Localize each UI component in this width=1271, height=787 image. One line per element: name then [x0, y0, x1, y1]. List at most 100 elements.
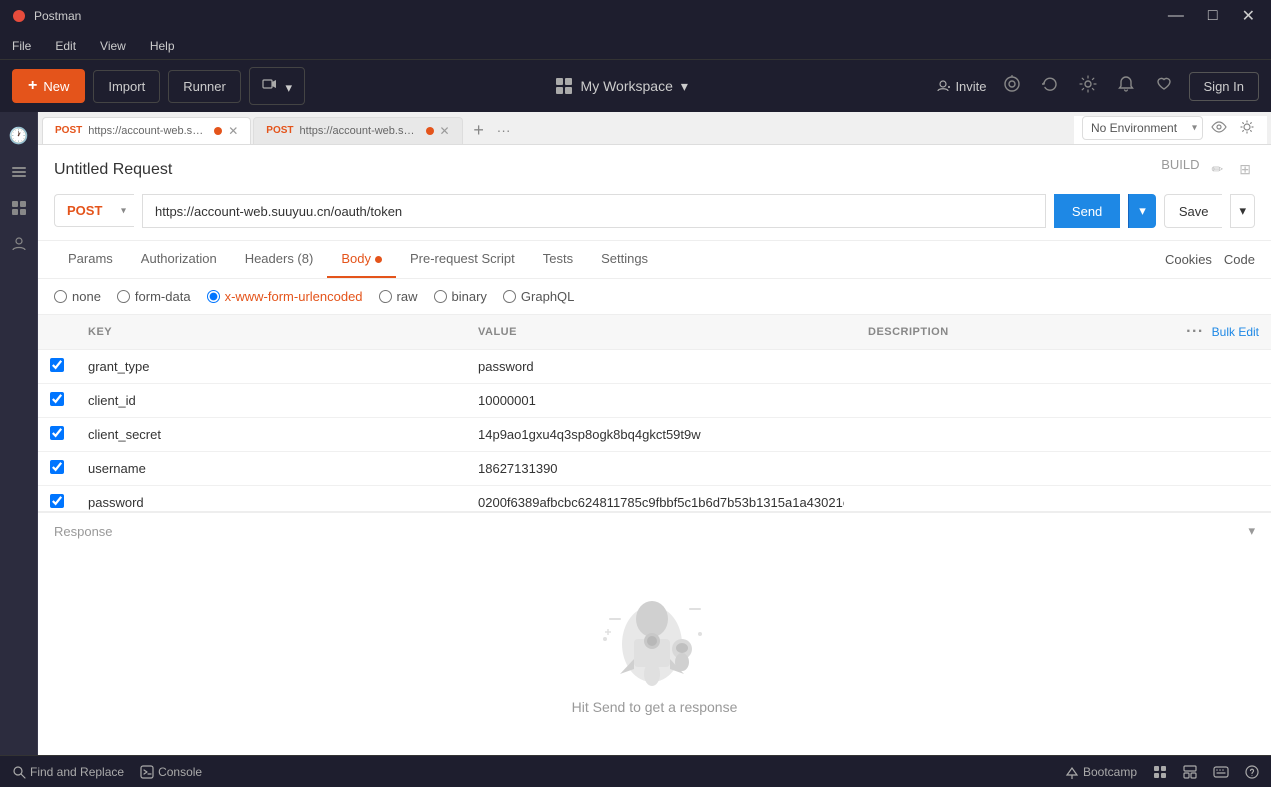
row-1-desc-input[interactable]: [868, 359, 1259, 374]
row-2-key-cell: [76, 384, 466, 418]
satellite-icon-button[interactable]: [999, 71, 1025, 102]
row-2-key-input[interactable]: [88, 393, 454, 408]
row-3-desc-input[interactable]: [868, 427, 1259, 442]
capture-button[interactable]: ▾: [249, 67, 305, 105]
find-replace-button[interactable]: Find and Replace: [12, 765, 124, 779]
response-section: Response ▾: [38, 511, 1271, 755]
menu-help[interactable]: Help: [146, 35, 179, 57]
main-layout: 🕐 POST https://account-web.suuyuu.c... ✕: [0, 112, 1271, 755]
row-2-value-input[interactable]: [478, 393, 844, 408]
menu-edit[interactable]: Edit: [51, 35, 80, 57]
bulk-edit-button[interactable]: Bulk Edit: [1212, 325, 1259, 339]
bootcamp-icon: [1065, 765, 1079, 779]
settings-icon-button[interactable]: [1075, 71, 1101, 102]
env-eye-button[interactable]: [1207, 118, 1231, 138]
sync-icon: [1041, 75, 1059, 93]
minimize-button[interactable]: —: [1164, 6, 1188, 26]
response-hint: Hit Send to get a response: [572, 699, 738, 715]
layout-button[interactable]: [1183, 765, 1197, 779]
request-tabs-list: Params Authorization Headers (8) Body Pr…: [54, 241, 662, 278]
invite-button[interactable]: Invite: [937, 79, 986, 94]
row-5-value-input[interactable]: [478, 495, 844, 510]
tab-settings[interactable]: Settings: [587, 241, 662, 278]
tab-more-button[interactable]: ···: [493, 118, 515, 142]
bootcamp-button[interactable]: Bootcamp: [1065, 765, 1137, 779]
cookies-link[interactable]: Cookies: [1165, 252, 1212, 267]
tab-headers[interactable]: Headers (8): [231, 241, 328, 278]
row-1-key-input[interactable]: [88, 359, 454, 374]
row-3-checkbox[interactable]: [50, 426, 64, 440]
send-button[interactable]: Send: [1054, 194, 1120, 228]
body-option-none[interactable]: none: [54, 289, 101, 304]
tab-1-close[interactable]: ✕: [228, 124, 238, 138]
body-option-binary[interactable]: binary: [434, 289, 487, 304]
sidebar-apis-icon[interactable]: [3, 192, 35, 224]
notification-icon-button[interactable]: [1113, 71, 1139, 102]
row-4-value-input[interactable]: [478, 461, 844, 476]
env-select[interactable]: No Environment: [1082, 116, 1203, 140]
row-3-key-input[interactable]: [88, 427, 454, 442]
help-button[interactable]: [1245, 765, 1259, 779]
edit-request-button[interactable]: ✏: [1208, 157, 1228, 182]
sync-icon-button[interactable]: [1037, 71, 1063, 102]
body-option-raw[interactable]: raw: [379, 289, 418, 304]
body-option-urlencoded[interactable]: x-www-form-urlencoded: [207, 289, 363, 304]
method-select[interactable]: POST GET PUT PATCH DELETE: [54, 194, 134, 227]
workspace-button[interactable]: My Workspace ▾: [543, 69, 700, 103]
row-5-checkbox[interactable]: [50, 494, 64, 508]
sidebar-history-icon[interactable]: 🕐: [3, 120, 35, 152]
console-icon: [140, 765, 154, 779]
save-button[interactable]: Save: [1164, 194, 1223, 228]
url-input[interactable]: [142, 194, 1046, 228]
code-link[interactable]: Code: [1224, 252, 1255, 267]
sidebar-teams-icon[interactable]: [3, 228, 35, 260]
runner-button[interactable]: Runner: [168, 70, 241, 103]
row-3-value-input[interactable]: [478, 427, 844, 442]
grid-view-button[interactable]: [1153, 765, 1167, 779]
row-2-checkbox[interactable]: [50, 392, 64, 406]
grid-icon: [1153, 765, 1167, 779]
table-more-button[interactable]: ···: [1186, 323, 1203, 341]
tab-params[interactable]: Params: [54, 241, 127, 278]
body-option-form-data[interactable]: form-data: [117, 289, 191, 304]
heart-icon-button[interactable]: [1151, 71, 1177, 102]
menu-view[interactable]: View: [96, 35, 130, 57]
satellite-icon: [1003, 75, 1021, 93]
row-4-checkbox[interactable]: [50, 460, 64, 474]
row-1-checkbox[interactable]: [50, 358, 64, 372]
new-button[interactable]: + New: [12, 69, 85, 103]
tab-authorization[interactable]: Authorization: [127, 241, 231, 278]
row-1-value-input[interactable]: [478, 359, 844, 374]
save-dropdown-button[interactable]: ▾: [1230, 194, 1255, 228]
tab-2[interactable]: POST https://account-web.suuyuu.c... ✕: [253, 117, 462, 144]
env-settings-button[interactable]: [1235, 117, 1259, 140]
menu-file[interactable]: File: [8, 35, 35, 57]
close-button[interactable]: ✕: [1238, 6, 1259, 26]
row-5-desc-cell: [856, 486, 1271, 512]
row-1-key-cell: [76, 350, 466, 384]
tab-add-button[interactable]: +: [465, 116, 493, 144]
console-button[interactable]: Console: [140, 765, 202, 779]
row-4-desc-input[interactable]: [868, 461, 1259, 476]
sidebar-collections-icon[interactable]: [3, 156, 35, 188]
response-header[interactable]: Response ▾: [38, 512, 1271, 549]
keyboard-button[interactable]: [1213, 766, 1229, 778]
signin-button[interactable]: Sign In: [1189, 72, 1259, 101]
workspace-area: My Workspace ▾: [313, 69, 929, 103]
help-icon: [1245, 765, 1259, 779]
tab-body[interactable]: Body: [327, 241, 396, 278]
save-to-collection-button[interactable]: ⊞: [1235, 157, 1255, 182]
row-5-key-input[interactable]: [88, 495, 454, 510]
tab-1[interactable]: POST https://account-web.suuyuu.c... ✕: [42, 117, 251, 144]
tab-tests[interactable]: Tests: [529, 241, 587, 278]
row-4-key-input[interactable]: [88, 461, 454, 476]
tab-pre-request[interactable]: Pre-request Script: [396, 241, 529, 278]
row-3-desc-cell: [856, 418, 1271, 452]
body-option-graphql[interactable]: GraphQL: [503, 289, 574, 304]
row-5-desc-input[interactable]: [868, 495, 1259, 510]
send-dropdown-button[interactable]: ▾: [1128, 194, 1156, 228]
maximize-button[interactable]: □: [1204, 6, 1222, 26]
import-button[interactable]: Import: [93, 70, 160, 103]
tab-2-close[interactable]: ✕: [440, 124, 450, 138]
row-2-desc-input[interactable]: [868, 393, 1259, 408]
